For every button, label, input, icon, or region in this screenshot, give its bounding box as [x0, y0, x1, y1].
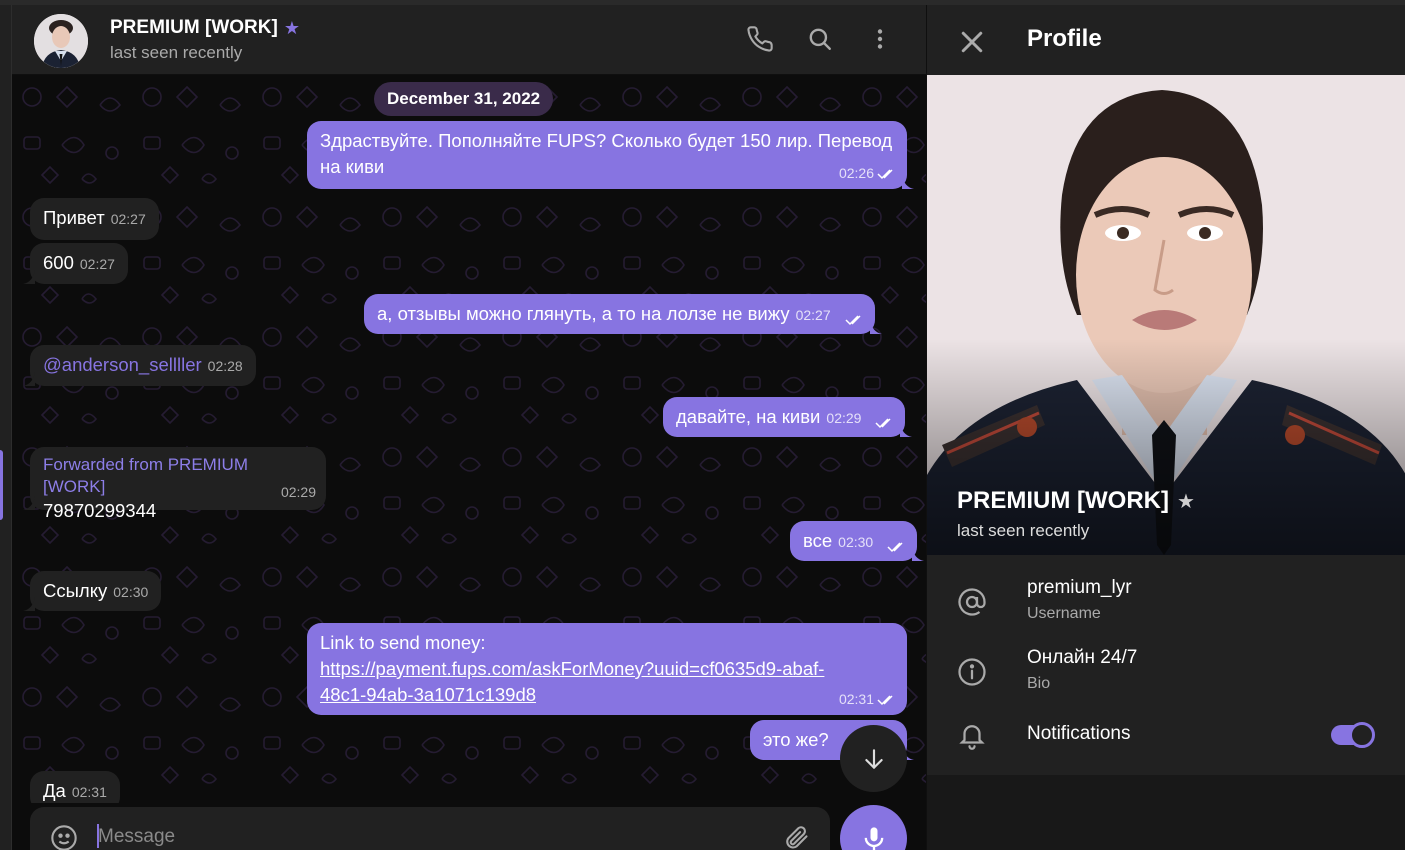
search-icon[interactable] [804, 23, 836, 55]
message-text: 79870299344 [43, 500, 157, 521]
notifications-toggle[interactable] [1331, 722, 1375, 748]
bubble-tail [23, 372, 35, 386]
profile-name-text: PREMIUM [WORK] [957, 487, 1169, 514]
bubble-tail [23, 496, 35, 510]
chat-status: last seen recently [110, 43, 243, 62]
profile-panel: Profile PREMIUM [WORK] ★ last seen recen… [926, 5, 1405, 850]
chat-header[interactable]: PREMIUM [WORK] ★ last seen recently [12, 5, 926, 75]
read-checks-icon [887, 542, 903, 553]
message-bubble-outgoing[interactable]: все 02:30 [790, 521, 925, 561]
payment-link[interactable]: https://payment.fups.com/askForMoney?uui… [320, 658, 824, 679]
message-bubble-outgoing[interactable]: давайте, на киви 02:29 [663, 397, 913, 437]
premium-star-icon: ★ [1176, 490, 1195, 513]
message-text: все [803, 530, 833, 551]
message-text: давайте, на киви [676, 406, 821, 427]
arrow-down-icon [864, 748, 883, 769]
message-time: 02:29 [280, 484, 316, 500]
message-bubble-forwarded[interactable]: Forwarded from PREMIUM [WORK] 7987029934… [23, 447, 326, 521]
notifications-row[interactable]: Notifications [927, 555, 1405, 755]
bubble-tail [23, 597, 35, 611]
scroll-to-bottom-button[interactable] [840, 725, 907, 792]
message-text: Привет [43, 207, 105, 228]
profile-name: PREMIUM [WORK] ★ [957, 487, 1195, 515]
message-text: 600 [43, 252, 74, 273]
message-time: 02:26 [838, 165, 874, 181]
read-checks-icon [875, 418, 891, 429]
message-text: это же? [763, 729, 829, 750]
date-separator: December 31, 2022 [374, 82, 554, 116]
message-time: 02:27 [79, 256, 115, 272]
username-mention-link[interactable]: @anderson_sellller [43, 354, 202, 375]
bubble-tail [912, 547, 925, 561]
message-text: Да [43, 780, 66, 801]
message-time: 02:27 [795, 307, 831, 323]
avatar[interactable] [34, 14, 88, 68]
premium-star-icon: ★ [283, 17, 300, 38]
message-bubble-incoming[interactable]: Ссылку 02:30 [23, 571, 162, 611]
microphone-icon [864, 826, 883, 850]
chat-name: PREMIUM [WORK] [110, 17, 278, 38]
payment-link-continued[interactable]: 48c1-94ab-3a1071c139d8 [320, 684, 536, 705]
read-checks-icon [845, 315, 861, 326]
message-composer[interactable]: Message [30, 807, 830, 850]
message-text: Link to send money: [320, 632, 486, 653]
message-bubble-outgoing[interactable]: а, отзывы можно глянуть, а то на лолзе н… [364, 294, 882, 334]
message-time: 02:28 [207, 358, 243, 374]
message-time: 02:27 [110, 211, 146, 227]
chat-title[interactable]: PREMIUM [WORK] ★ [110, 17, 300, 39]
profile-info-section: premium_lyr Username Онлайн 24/7 Bio Not… [927, 555, 1405, 775]
chat-area[interactable]: December 31, 2022 Здраствуйте. Пополняйт… [12, 75, 926, 850]
message-text: а, отзывы можно глянуть, а то на лолзе н… [377, 303, 790, 324]
profile-photo[interactable] [927, 75, 1405, 555]
message-bubble-outgoing[interactable]: Link to send money: https://payment.fups… [307, 623, 907, 715]
profile-status: last seen recently [957, 521, 1090, 540]
message-input[interactable]: Message [98, 826, 175, 848]
attach-icon[interactable] [782, 823, 810, 850]
toggle-knob [1349, 722, 1375, 748]
read-checks-icon [877, 695, 893, 706]
message-time: 02:29 [826, 410, 862, 426]
message-time: 02:31 [71, 784, 107, 800]
bubble-tail [869, 320, 882, 334]
notifications-label: Notifications [1027, 723, 1131, 744]
read-checks-icon [877, 169, 893, 180]
message-bubble-outgoing[interactable]: Здраствуйте. Пополняйте FUPS? Сколько бу… [307, 121, 914, 189]
emoji-icon[interactable] [50, 824, 78, 850]
message-bubble-incoming[interactable]: Привет 02:27 [30, 198, 159, 240]
message-time: 02:30 [113, 584, 149, 600]
message-text: Ссылку [43, 580, 108, 601]
bubble-tail [900, 423, 913, 437]
bubble-tail [902, 175, 914, 189]
more-menu-icon[interactable] [864, 23, 896, 55]
message-time: 02:31 [838, 691, 874, 707]
active-chat-indicator [0, 450, 3, 520]
message-time: 02:30 [838, 534, 874, 550]
message-text: Здраствуйте. Пополняйте FUPS? Сколько бу… [320, 130, 893, 177]
chat-list-edge [0, 5, 12, 850]
phone-icon[interactable] [744, 23, 776, 55]
forwarded-from-label[interactable]: Forwarded from PREMIUM [WORK] [43, 454, 313, 498]
bell-icon [959, 725, 985, 750]
bubble-tail [23, 270, 35, 284]
close-icon[interactable] [957, 27, 987, 57]
message-bubble-incoming[interactable]: 600 02:27 [23, 243, 128, 284]
profile-title: Profile [1027, 25, 1102, 52]
message-bubble-incoming[interactable]: @anderson_sellller 02:28 [23, 345, 256, 386]
profile-header: Profile [927, 5, 1405, 75]
